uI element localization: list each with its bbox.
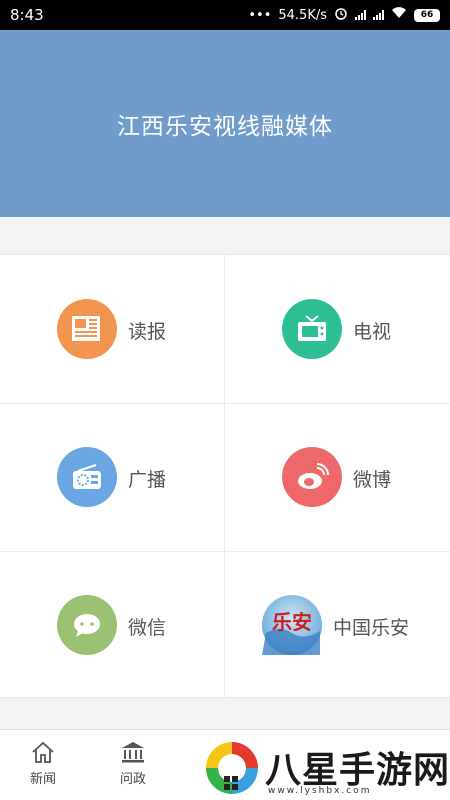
signal-1-icon xyxy=(355,10,366,20)
radio-icon xyxy=(57,447,117,507)
government-icon xyxy=(122,742,144,763)
grid-item-china-lean[interactable]: 乐安 中国乐安 xyxy=(225,551,450,699)
wechat-icon xyxy=(57,595,117,655)
battery-icon: 66 xyxy=(414,8,440,22)
status-bar: 8:43 ••• 54.5K/s 66 xyxy=(0,0,450,30)
grid-item-tv[interactable]: 电视 xyxy=(225,255,450,403)
grid-item-radio[interactable]: 广播 xyxy=(0,403,225,551)
network-speed: 54.5K/s xyxy=(278,7,327,23)
grid-item-label: 读报 xyxy=(128,321,167,343)
header-banner: 江西乐安视线融媒体 xyxy=(0,30,450,217)
tab-government-affairs[interactable]: 问政 xyxy=(103,740,163,787)
menu-grid: 读报 电视 广播 微博 微信 乐安 中国乐安 xyxy=(0,254,450,699)
home-icon xyxy=(32,741,54,763)
newspaper-icon xyxy=(57,299,117,359)
grid-item-label: 微信 xyxy=(128,617,167,639)
grid-item-label: 微博 xyxy=(353,469,392,491)
watermark-logo xyxy=(204,740,260,796)
signal-2-icon xyxy=(373,10,384,20)
tab-label: 新闻 xyxy=(29,772,56,787)
grid-item-wechat[interactable]: 微信 xyxy=(0,551,225,699)
watermark-url: www.lyshbx.com xyxy=(268,786,372,796)
status-time: 8:43 xyxy=(10,6,44,24)
tv-icon xyxy=(282,299,342,359)
grid-item-newspaper[interactable]: 读报 xyxy=(0,255,225,403)
tab-label: 问政 xyxy=(119,772,146,787)
alarm-icon xyxy=(334,6,348,24)
lean-logo-icon: 乐安 xyxy=(262,595,322,655)
svg-text:乐安: 乐安 xyxy=(272,610,312,634)
weibo-icon xyxy=(282,447,342,507)
tab-news[interactable]: 新闻 xyxy=(13,740,73,787)
grid-item-weibo[interactable]: 微博 xyxy=(225,403,450,551)
wifi-icon xyxy=(391,7,407,23)
page-title: 江西乐安视线融媒体 xyxy=(117,113,333,140)
grid-item-label: 广播 xyxy=(128,469,167,491)
grid-item-label: 中国乐安 xyxy=(333,617,410,639)
grid-item-label: 电视 xyxy=(353,321,392,343)
more-dots-icon: ••• xyxy=(248,7,272,23)
